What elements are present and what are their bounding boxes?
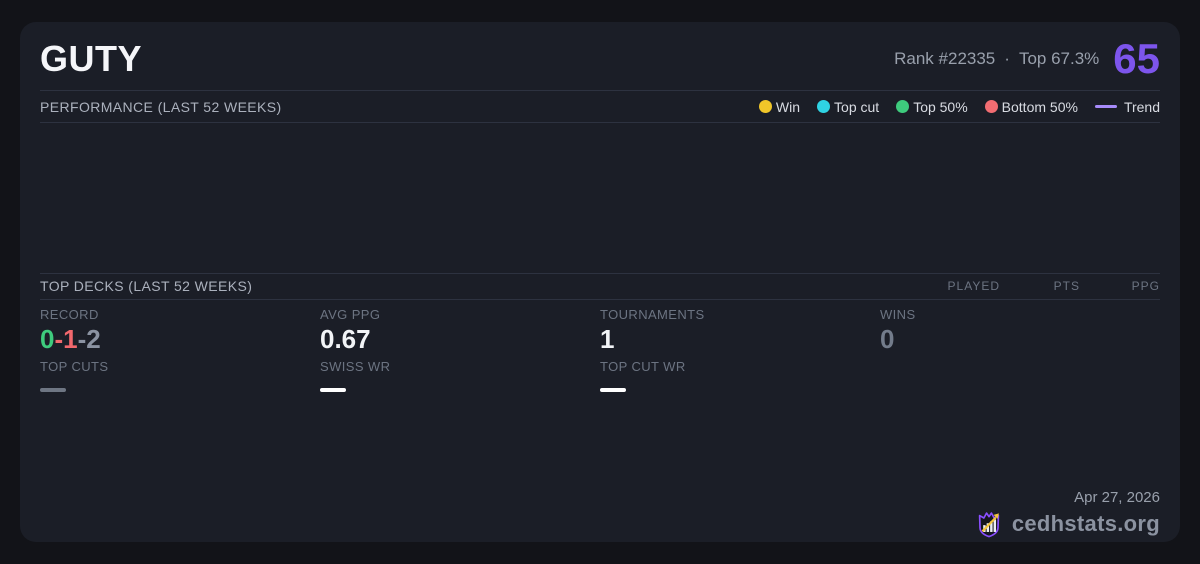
top-decks-section-title: TOP DECKS (LAST 52 WEEKS) xyxy=(40,278,252,294)
legend-item-bottom-50[interactable]: Bottom 50% xyxy=(985,99,1078,115)
legend-item-trend[interactable]: Trend xyxy=(1095,99,1160,115)
top-cut-dot-icon xyxy=(817,100,830,113)
record-value: 0-1-2 xyxy=(40,325,320,355)
rank-number: Rank #22335 xyxy=(894,49,995,68)
win-dot-icon xyxy=(759,100,772,113)
legend-label-top-cut: Top cut xyxy=(834,99,879,115)
card-header: GUTY Rank #22335 · Top 67.3% 65 xyxy=(40,22,1160,90)
performance-chart xyxy=(40,123,1160,273)
avg-ppg-value: 0.67 xyxy=(320,325,600,355)
header-rank-group: Rank #22335 · Top 67.3% 65 xyxy=(894,38,1160,80)
legend-label-top-50: Top 50% xyxy=(913,99,967,115)
swiss-wr-empty-value xyxy=(320,388,346,392)
wins-value: 0 xyxy=(880,325,1160,355)
top-decks-column-headers: PLAYED PTS PPG xyxy=(920,279,1160,293)
brand-row[interactable]: cedhstats.org xyxy=(974,509,1160,539)
trend-line-icon xyxy=(1095,105,1117,108)
wins-label: WINS xyxy=(880,307,1160,322)
card-footer: Apr 27, 2026 cedhstats.org xyxy=(974,489,1160,539)
record-draws: -2 xyxy=(78,324,101,354)
top-decks-section-header: TOP DECKS (LAST 52 WEEKS) PLAYED PTS PPG xyxy=(40,274,1160,299)
stat-column-tournaments: TOURNAMENTS 1 TOP CUT WR xyxy=(600,300,880,542)
top-cuts-label: TOP CUTS xyxy=(40,359,320,374)
avg-ppg-label: AVG PPG xyxy=(320,307,600,322)
rank-separator: · xyxy=(1004,49,1010,68)
stat-column-record: RECORD 0-1-2 TOP CUTS xyxy=(40,300,320,542)
legend-label-bottom-50: Bottom 50% xyxy=(1002,99,1078,115)
top-cut-wr-label: TOP CUT WR xyxy=(600,359,880,374)
stat-column-avg-ppg: AVG PPG 0.67 SWISS WR xyxy=(320,300,600,542)
stats-summary: RECORD 0-1-2 TOP CUTS AVG PPG 0.67 SWISS… xyxy=(40,300,1160,542)
swiss-wr-label: SWISS WR xyxy=(320,359,600,374)
chart-legend: Win Top cut Top 50% Bottom 50% Trend xyxy=(759,99,1160,115)
record-losses: -1 xyxy=(54,324,77,354)
legend-item-win[interactable]: Win xyxy=(759,99,800,115)
legend-item-top-cut[interactable]: Top cut xyxy=(817,99,879,115)
top-cut-wr-empty-value xyxy=(600,388,626,392)
report-date: Apr 27, 2026 xyxy=(974,489,1160,506)
tournaments-value: 1 xyxy=(600,325,880,355)
column-header-played: PLAYED xyxy=(920,279,1000,293)
player-name: GUTY xyxy=(40,38,142,80)
player-stats-card: GUTY Rank #22335 · Top 67.3% 65 PERFORMANC… xyxy=(20,22,1180,542)
page-background: GUTY Rank #22335 · Top 67.3% 65 PERFORMANC… xyxy=(0,0,1200,564)
legend-item-top-50[interactable]: Top 50% xyxy=(896,99,967,115)
performance-section-title: PERFORMANCE (LAST 52 WEEKS) xyxy=(40,99,282,115)
tournaments-label: TOURNAMENTS xyxy=(600,307,880,322)
top-50-dot-icon xyxy=(896,100,909,113)
bottom-50-dot-icon xyxy=(985,100,998,113)
column-header-ppg: PPG xyxy=(1080,279,1160,293)
rank-text: Rank #22335 · Top 67.3% xyxy=(894,49,1099,69)
record-wins: 0 xyxy=(40,324,54,354)
top-percent: Top 67.3% xyxy=(1019,49,1099,68)
record-label: RECORD xyxy=(40,307,320,322)
brand-name[interactable]: cedhstats.org xyxy=(1012,511,1160,537)
legend-label-win: Win xyxy=(776,99,800,115)
column-header-pts: PTS xyxy=(1000,279,1080,293)
top-cuts-empty-value xyxy=(40,388,66,392)
player-score: 65 xyxy=(1113,38,1160,80)
legend-label-trend: Trend xyxy=(1124,99,1160,115)
performance-section-header: PERFORMANCE (LAST 52 WEEKS) Win Top cut … xyxy=(40,91,1160,122)
cedhstats-logo-icon xyxy=(974,509,1004,539)
